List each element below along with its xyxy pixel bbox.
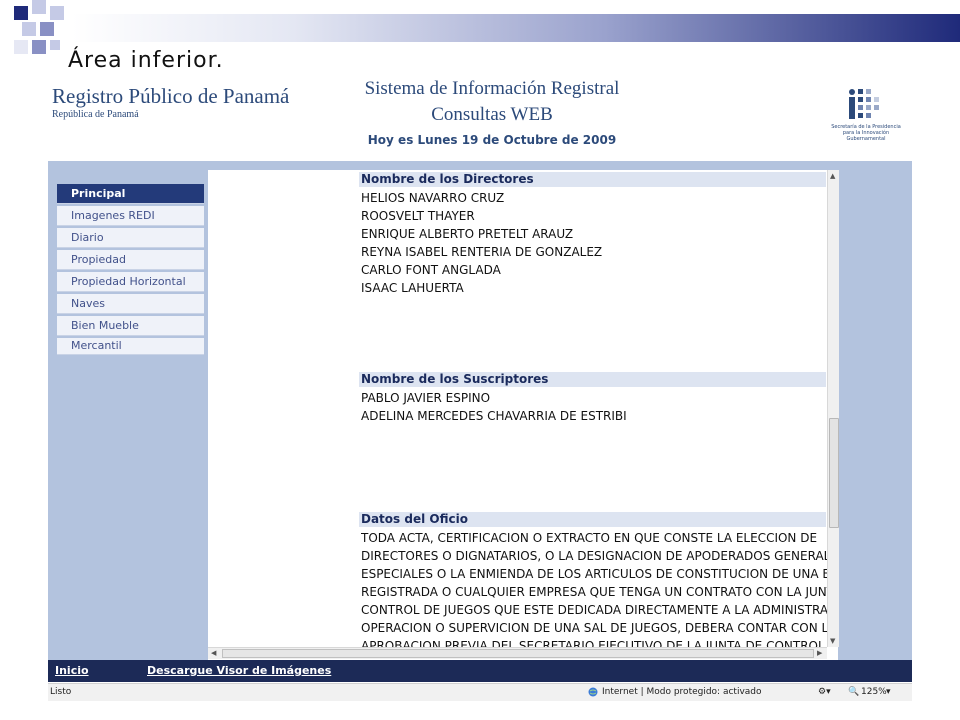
government-logo-icon: [846, 86, 886, 122]
slide-deco-square: [14, 6, 28, 20]
protected-mode-icon[interactable]: ⚙▾: [818, 687, 831, 697]
menu-item-naves[interactable]: Naves: [57, 294, 204, 314]
menu-item-mercantil[interactable]: Mercantil: [57, 338, 204, 355]
horizontal-scrollbar[interactable]: ◀ ▶: [208, 647, 827, 659]
home-link[interactable]: Inicio: [55, 664, 89, 677]
scroll-down-icon[interactable]: ▼: [830, 637, 835, 645]
scroll-left-icon[interactable]: ◀: [211, 649, 216, 657]
slide-deco-square: [14, 40, 28, 54]
sidebar-menu: Principal Imagenes REDI Diario Propiedad…: [57, 184, 204, 357]
browser-status-bar: Listo Internet | Modo protegido: activad…: [48, 683, 912, 701]
office-text-line: CONTROL DE JUEGOS QUE ESTE DEDICADA DIRE…: [361, 603, 827, 617]
horizontal-scroll-thumb[interactable]: [222, 649, 814, 658]
subscriber-name: PABLO JAVIER ESPINO: [361, 391, 491, 405]
office-text-line: ESPECIALES O LA ENMIENDA DE LOS ARTICULO…: [361, 567, 827, 581]
scroll-right-icon[interactable]: ▶: [817, 649, 822, 657]
office-text-line: REGISTRADA O CUALQUIER EMPRESA QUE TENGA…: [361, 585, 827, 599]
chevron-down-icon[interactable]: ▾: [886, 687, 891, 697]
slide-deco-square: [50, 6, 64, 20]
office-text-line: APROBACION PREVIA DEL SECRETARIO EJECUTI…: [361, 639, 827, 647]
office-text-line: OPERACION O SUPERVICION DE UNA SAL DE JU…: [361, 621, 827, 635]
logo-caption: Secretaría de la Presidencia para la Inn…: [831, 124, 901, 142]
system-subtitle: Consultas WEB: [431, 104, 553, 125]
director-name: ROOSVELT THAYER: [361, 209, 475, 223]
slide-title-bar: [72, 14, 960, 42]
menu-item-propiedad-horizontal[interactable]: Propiedad Horizontal: [57, 272, 204, 292]
director-name: ENRIQUE ALBERTO PRETELT ARAUZ: [361, 227, 574, 241]
content-panel: Nombre de los Directores HELIOS NAVARRO …: [208, 170, 839, 660]
director-name: CARLO FONT ANGLADA: [361, 263, 501, 277]
subscriber-name: ADELINA MERCEDES CHAVARRIA DE ESTRIBI: [361, 409, 627, 423]
office-text-line: DIRECTORES O DIGNATARIOS, O LA DESIGNACI…: [361, 549, 827, 563]
menu-item-imagenes-redi[interactable]: Imagenes REDI: [57, 206, 204, 226]
security-zone-text: Internet | Modo protegido: activado: [602, 687, 762, 697]
director-name: ISAAC LAHUERTA: [361, 281, 464, 295]
menu-item-principal[interactable]: Principal: [57, 184, 204, 204]
menu-item-propiedad[interactable]: Propiedad: [57, 250, 204, 270]
directors-heading: Nombre de los Directores: [359, 172, 826, 187]
director-name: HELIOS NAVARRO CRUZ: [361, 191, 505, 205]
zoom-level[interactable]: 125%: [861, 687, 887, 697]
slide-title: Área inferior.: [68, 48, 224, 73]
slide-deco-square: [32, 40, 46, 54]
footer-nav: Inicio Descargue Visor de Imágenes: [48, 660, 912, 682]
globe-icon: [588, 687, 598, 700]
office-heading: Datos del Oficio: [359, 512, 826, 527]
status-text: Listo: [50, 687, 72, 697]
system-title: Sistema de Información Registral: [364, 78, 620, 99]
slide-deco-square: [32, 0, 46, 14]
date-text: Hoy es Lunes 19 de Octubre de 2009: [367, 133, 617, 147]
slide-deco-square: [50, 40, 60, 50]
office-text-line: TODA ACTA, CERTIFICACION O EXTRACTO EN Q…: [361, 531, 818, 545]
download-viewer-link[interactable]: Descargue Visor de Imágenes: [147, 664, 331, 677]
vertical-scrollbar[interactable]: ▲ ▼: [827, 170, 839, 647]
slide-deco-square: [22, 22, 36, 36]
vertical-scroll-thumb[interactable]: [829, 418, 839, 528]
menu-item-diario[interactable]: Diario: [57, 228, 204, 248]
director-name: REYNA ISABEL RENTERIA DE GONZALEZ: [361, 245, 603, 259]
menu-item-bien-mueble[interactable]: Bien Mueble: [57, 316, 204, 336]
zoom-icon[interactable]: 🔍: [848, 687, 859, 697]
scroll-up-icon[interactable]: ▲: [830, 172, 835, 180]
slide-deco-square: [40, 22, 54, 36]
subscribers-heading: Nombre de los Suscriptores: [359, 372, 826, 387]
